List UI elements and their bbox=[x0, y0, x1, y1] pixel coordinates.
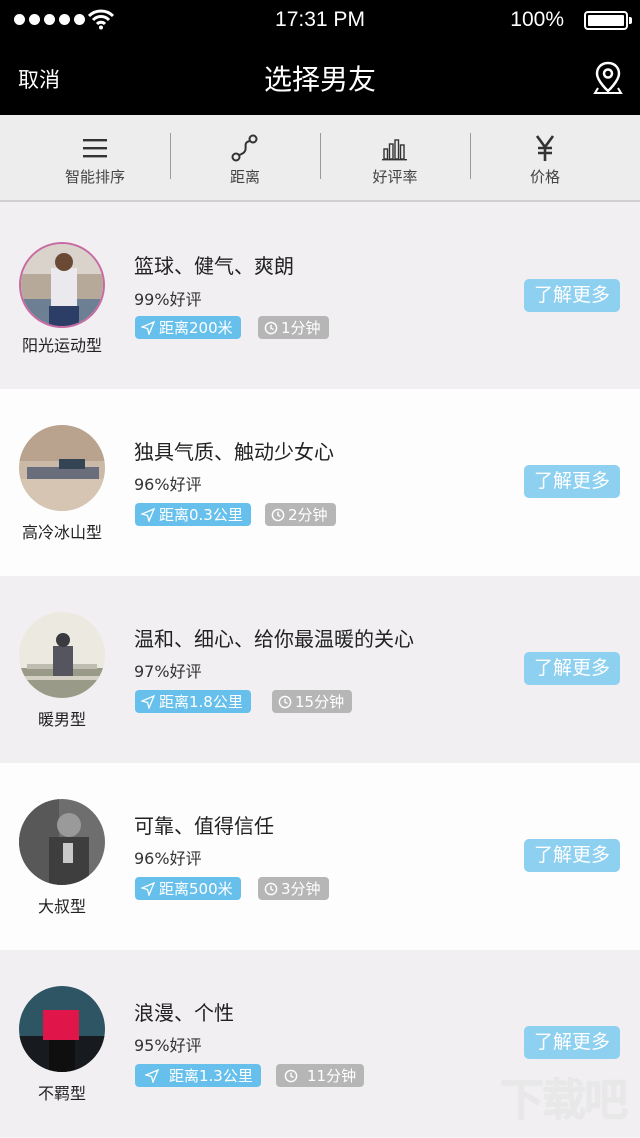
list-item[interactable]: 阳光运动型 篮球、健气、爽朗 99%好评 距离200米 1分钟 了解更多 bbox=[0, 202, 640, 389]
clock-icon bbox=[264, 321, 278, 334]
filter-label: 智能排序 bbox=[64, 168, 125, 186]
distance-badge: 距离1.8公里 bbox=[135, 690, 251, 713]
filter-rating[interactable]: 好评率 bbox=[320, 115, 470, 200]
filter-label: 好评率 bbox=[372, 168, 418, 186]
distance-text: 距离0.3公里 bbox=[159, 506, 243, 524]
list-item[interactable]: 高冷冰山型 独具气质、触动少女心 96%好评 距离0.3公里 2分钟 了解更多 bbox=[0, 389, 640, 576]
list-item[interactable]: 暖男型 温和、细心、给你最温暖的关心 97%好评 距离1.8公里 15分钟 了解… bbox=[0, 576, 640, 763]
bar-chart-icon bbox=[382, 139, 407, 161]
distance-text: 距离200米 bbox=[159, 319, 233, 337]
avatar bbox=[19, 986, 105, 1072]
time-text: 15分钟 bbox=[295, 693, 345, 711]
distance-badge: 距离200米 bbox=[135, 316, 241, 339]
filter-label: 距离 bbox=[229, 168, 260, 186]
time-badge: 2分钟 bbox=[265, 503, 336, 526]
time-text: 3分钟 bbox=[281, 880, 321, 898]
learn-more-button[interactable]: 了解更多 bbox=[524, 465, 620, 498]
time-badge: 15分钟 bbox=[272, 690, 353, 713]
rating-text: 95%好评 bbox=[134, 1036, 202, 1055]
type-label: 不羁型 bbox=[37, 1084, 86, 1103]
time-text: 11分钟 bbox=[307, 1067, 357, 1085]
filter-label: 价格 bbox=[529, 168, 560, 186]
battery-percentage: 100% bbox=[510, 8, 564, 31]
filter-price[interactable]: 价格 bbox=[470, 115, 620, 200]
item-headline: 浪漫、个性 bbox=[134, 1001, 234, 1025]
type-label: 暖男型 bbox=[37, 710, 86, 729]
clock-icon bbox=[278, 695, 292, 708]
distance-text: 距离1.3公里 bbox=[169, 1067, 253, 1085]
learn-more-button[interactable]: 了解更多 bbox=[524, 839, 620, 872]
navigation-arrow-icon bbox=[145, 1068, 159, 1083]
time-text: 2分钟 bbox=[288, 506, 328, 524]
time-badge: 1分钟 bbox=[258, 316, 329, 339]
navigation-arrow-icon bbox=[141, 320, 155, 335]
list-icon bbox=[83, 139, 107, 158]
navigation-arrow-icon bbox=[141, 694, 155, 709]
page-title: 选择男友 bbox=[263, 63, 376, 96]
distance-badge: 距离1.3公里 bbox=[135, 1064, 261, 1087]
time-badge: 3分钟 bbox=[258, 877, 329, 900]
item-headline: 温和、细心、给你最温暖的关心 bbox=[134, 627, 414, 651]
item-headline: 独具气质、触动少女心 bbox=[134, 440, 334, 464]
status-bar: 17:31 PM 100% bbox=[0, 0, 640, 42]
clock-icon bbox=[271, 508, 285, 521]
type-label: 阳光运动型 bbox=[21, 336, 102, 355]
item-headline: 可靠、值得信任 bbox=[134, 814, 274, 838]
rating-text: 99%好评 bbox=[134, 290, 202, 309]
rating-text: 96%好评 bbox=[134, 475, 202, 494]
learn-more-button[interactable]: 了解更多 bbox=[524, 279, 620, 312]
distance-badge: 距离0.3公里 bbox=[135, 503, 251, 526]
avatar bbox=[19, 799, 105, 885]
watermark: 下载吧 bbox=[500, 1075, 628, 1126]
time-badge: 11分钟 bbox=[276, 1064, 365, 1087]
route-icon bbox=[231, 134, 258, 162]
filter-distance[interactable]: 距离 bbox=[170, 115, 320, 200]
battery-icon bbox=[584, 11, 632, 30]
distance-badge: 距离500米 bbox=[135, 877, 241, 900]
navigation-arrow-icon bbox=[141, 881, 155, 896]
learn-more-button[interactable]: 了解更多 bbox=[524, 1026, 620, 1059]
filter-bar: 智能排序 距离 好评率 价格 bbox=[0, 115, 640, 203]
clock-icon bbox=[264, 882, 278, 895]
avatar bbox=[19, 425, 105, 511]
type-label: 大叔型 bbox=[37, 897, 86, 916]
navigation-bar: 取消 选择男友 bbox=[0, 42, 640, 115]
avatar bbox=[19, 242, 105, 328]
rating-text: 96%好评 bbox=[134, 849, 202, 868]
distance-text: 距离1.8公里 bbox=[159, 693, 243, 711]
location-pin-icon[interactable] bbox=[592, 60, 624, 96]
item-headline: 篮球、健气、爽朗 bbox=[134, 254, 294, 278]
navigation-arrow-icon bbox=[141, 507, 155, 522]
avatar bbox=[19, 612, 105, 698]
filter-smart-sort[interactable]: 智能排序 bbox=[20, 115, 170, 200]
rating-text: 97%好评 bbox=[134, 662, 202, 681]
list-item[interactable]: 大叔型 可靠、值得信任 96%好评 距离500米 3分钟 了解更多 bbox=[0, 763, 640, 950]
yen-icon bbox=[535, 135, 555, 161]
type-label: 高冷冰山型 bbox=[21, 523, 102, 542]
clock-icon bbox=[284, 1069, 298, 1082]
learn-more-button[interactable]: 了解更多 bbox=[524, 652, 620, 685]
distance-text: 距离500米 bbox=[159, 880, 233, 898]
time-text: 1分钟 bbox=[281, 319, 321, 337]
